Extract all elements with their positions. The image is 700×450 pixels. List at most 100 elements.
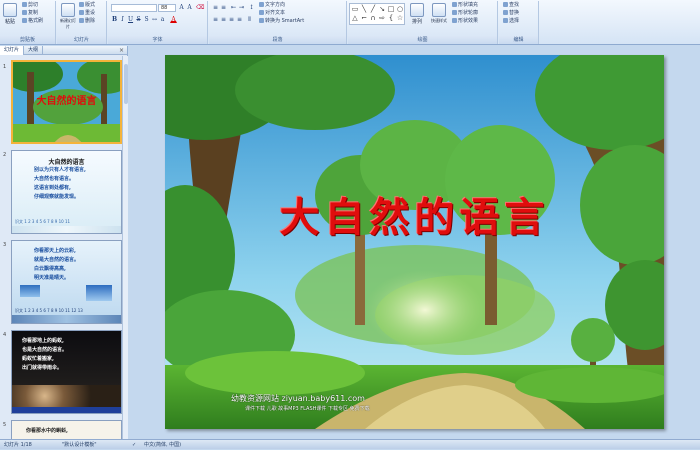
grow-font-icon[interactable]: A [178, 4, 185, 11]
delete-slide-button[interactable]: 删除 [79, 18, 95, 25]
slides-label: 幻灯片 [57, 36, 106, 44]
align-left-icon[interactable]: ≡ [212, 16, 219, 23]
select-button[interactable]: 选择 [503, 18, 519, 25]
cut-button[interactable]: 剪切 [22, 2, 38, 9]
slide-panel: 幻灯片 大纲 × 1 大自然的语言 2 大自然的语言 别以为只有人才有语言, 大自… [0, 46, 128, 439]
text-direction-button[interactable]: 文字方向 [259, 2, 285, 9]
shrink-font-icon[interactable]: A [186, 4, 193, 11]
rect-shape-icon[interactable]: □ [387, 5, 395, 13]
align-text-icon [259, 10, 264, 15]
slide-thumbnail-4[interactable]: 你看那地上的蚂蚁, 也是大自然的语言。 蚂蚁忙着搬家, 出门就得带雨伞。 [11, 330, 122, 414]
new-slide-icon [61, 3, 75, 17]
convert-smartart-button[interactable]: 转换为 SmartArt [259, 18, 304, 25]
layout-button[interactable]: 版式 [79, 2, 95, 9]
slide-thumbnail-3[interactable]: 你看那天上的云彩, 就是大自然的语言。 白云飘得高高, 明天准是晴天。 识文 1… [11, 240, 122, 324]
shape-fill-button[interactable]: 形状填充 [452, 2, 478, 9]
watermark-text: 幼教资源网站 ziyuan.baby611.com [231, 394, 365, 403]
slide-number-5: 5 [3, 422, 7, 428]
copy-button[interactable]: 复制 [22, 10, 38, 17]
underline-icon[interactable]: U [127, 16, 134, 23]
align-text-button[interactable]: 对齐文本 [259, 10, 285, 17]
shadow-icon[interactable]: S [143, 16, 150, 23]
bullets-icon[interactable]: ≡ [212, 4, 219, 11]
find-button[interactable]: 查找 [503, 2, 519, 9]
clipboard-group: 粘贴 剪切 复制 格式刷 剪贴板 [0, 1, 56, 44]
thumb2-snow [12, 226, 121, 233]
slide-thumbnail-5[interactable]: 你看那水中的蝌蚪, [11, 420, 122, 439]
font-size-select[interactable]: 88 [158, 4, 176, 12]
line-shape-icon[interactable]: ╲ [360, 5, 368, 13]
thumb5-text: 你看那水中的蝌蚪, [26, 428, 68, 434]
thumb2-title: 大自然的语言 [48, 159, 85, 166]
tab-slides[interactable]: 幻灯片 [0, 46, 25, 55]
numbering-icon[interactable]: ≡ [220, 4, 227, 11]
font-color-icon[interactable]: A [170, 16, 177, 23]
right-arrow-shape-icon[interactable]: ⇨ [378, 14, 386, 22]
reset-button[interactable]: 重设 [79, 10, 95, 17]
bold-icon[interactable]: B [111, 16, 118, 23]
elbow-shape-icon[interactable]: ⌐ [360, 14, 368, 22]
arrange-button[interactable]: 排列 [408, 3, 426, 27]
oval-shape-icon[interactable]: ○ [396, 5, 404, 13]
fill-icon [452, 2, 457, 7]
textbox-shape-icon[interactable]: ▭ [351, 5, 359, 13]
align-right-icon[interactable]: ≡ [228, 16, 235, 23]
format-painter-button[interactable]: 格式刷 [22, 18, 43, 25]
layout-icon [79, 2, 84, 7]
text-direction-icon [259, 2, 264, 7]
curve-shape-icon[interactable]: ∩ [369, 14, 377, 22]
drawing-group: ▭ ╲ ╱ ↘ □ ○ △ ⌐ ∩ ⇨{☆ 排列 快速样式 形状填充 形状轮廓 形状效果 绘图 [348, 1, 498, 44]
brace-shape-icon[interactable]: { [387, 14, 395, 22]
quick-styles-icon [432, 3, 446, 17]
thumb3-sky-strip [12, 315, 121, 323]
reset-icon [79, 10, 84, 15]
quick-styles-button[interactable]: 快速样式 [428, 3, 450, 27]
shape-effects-button[interactable]: 形状效果 [452, 18, 478, 25]
italic-icon[interactable]: I [119, 16, 126, 23]
thumb4-text: 你看那地上的蚂蚁, 也是大自然的语言。 蚂蚁忙着搬家, 出门就得带雨伞。 [22, 338, 68, 371]
new-slide-button[interactable]: 新建幻灯片 [59, 3, 77, 29]
paragraph-group: ≡ ≡ ⇤ ⇥ ↕ ≡ ≡ ≡ ≡ ⫴ 文字方向 对齐文本 转换为 SmartA… [209, 1, 347, 44]
increase-indent-icon[interactable]: ⇥ [238, 4, 245, 11]
editing-group: 查找 替换 选择 编辑 [499, 1, 539, 44]
font-group: 88 A A ⌫ B I U S S ↔ a A 字体 [108, 1, 208, 44]
thumb3-footer: 识文 1 2 3 4 5 6 7 8 9 10 11 12 13 [15, 308, 83, 313]
scrollbar-thumb[interactable] [124, 64, 128, 104]
slide-number-2: 2 [3, 152, 7, 158]
paste-button[interactable]: 粘贴 [2, 3, 18, 27]
strikethrough-icon[interactable]: S [135, 16, 142, 23]
clear-format-icon[interactable]: ⌫ [195, 4, 204, 11]
star-shape-icon[interactable]: ☆ [396, 14, 404, 22]
shape-outline-button[interactable]: 形状轮廓 [452, 10, 478, 17]
thumb3-cloud-photo-2 [86, 285, 112, 301]
justify-icon[interactable]: ≡ [236, 16, 243, 23]
spacing-icon[interactable]: ↔ [151, 16, 158, 23]
slide-number-1: 1 [3, 64, 7, 70]
columns-icon[interactable]: ⫴ [246, 16, 253, 23]
shapes-gallery[interactable]: ▭ ╲ ╱ ↘ □ ○ △ ⌐ ∩ ⇨{☆ [349, 3, 405, 25]
decrease-indent-icon[interactable]: ⇤ [230, 4, 237, 11]
line2-shape-icon[interactable]: ╱ [369, 5, 377, 13]
thumb3-text: 你看那天上的云彩, 就是大自然的语言。 白云飘得高高, 明天准是晴天。 [34, 248, 80, 281]
slide-title[interactable]: 大自然的语言 [165, 185, 664, 243]
line-spacing-icon[interactable]: ↕ [248, 4, 255, 11]
slide-editing-area: 大自然的语言 幼教资源网站 ziyuan.baby611.com 课件下载 儿歌… [129, 46, 700, 439]
thumb1-title: 大自然的语言 [36, 96, 97, 107]
tab-outline[interactable]: 大纲 [24, 46, 44, 55]
slides-group: 新建幻灯片 版式 重设 删除 幻灯片 [57, 1, 107, 44]
slide-thumbnail-1[interactable]: 大自然的语言 [11, 60, 122, 144]
paragraph-label: 段落 [209, 36, 346, 44]
arrow-shape-icon[interactable]: ↘ [378, 5, 386, 13]
panel-scrollbar[interactable] [122, 56, 128, 439]
brush-icon [22, 18, 27, 23]
slide-thumbnail-2[interactable]: 大自然的语言 别以为只有人才有语言, 大自然也有语言。 这语言到处都有, 仔细观… [11, 150, 122, 234]
replace-button[interactable]: 替换 [503, 10, 519, 17]
editing-label: 编辑 [499, 36, 538, 44]
current-slide[interactable]: 大自然的语言 幼教资源网站 ziyuan.baby611.com 课件下载 儿歌… [165, 55, 664, 429]
change-case-icon[interactable]: a [159, 16, 166, 23]
thumb2-text: 别以为只有人才有语言, 大自然也有语言。 这语言到处都有, 仔细观察就能发现。 [34, 167, 86, 200]
align-center-icon[interactable]: ≡ [220, 16, 227, 23]
close-icon[interactable]: × [119, 47, 124, 54]
font-name-select[interactable] [111, 4, 157, 12]
triangle-shape-icon[interactable]: △ [351, 14, 359, 22]
